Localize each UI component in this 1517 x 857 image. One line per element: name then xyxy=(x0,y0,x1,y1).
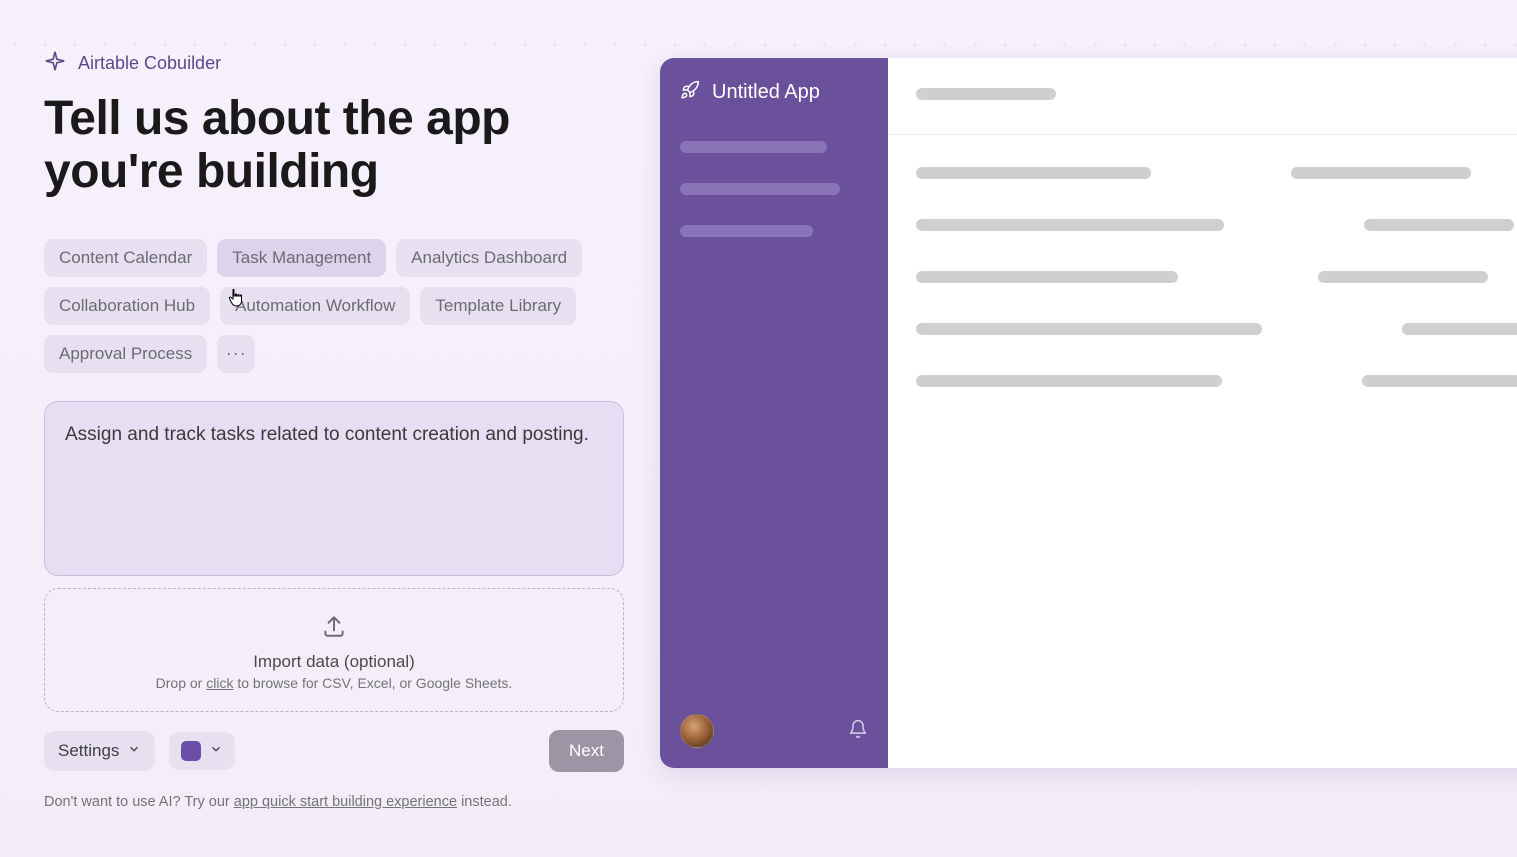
suggestion-chips: Content Calendar Task Management Analyti… xyxy=(44,239,624,373)
bell-icon[interactable] xyxy=(848,719,868,744)
chip-more-button[interactable]: ··· xyxy=(217,335,255,373)
decorative-dots xyxy=(0,30,1517,50)
chevron-down-icon xyxy=(209,742,223,759)
skeleton-line xyxy=(680,225,813,237)
rocket-icon xyxy=(680,80,700,105)
brand-row: Airtable Cobuilder xyxy=(44,50,624,77)
skeleton-line xyxy=(1318,271,1488,283)
chip-collaboration-hub[interactable]: Collaboration Hub xyxy=(44,287,210,325)
brand-label: Airtable Cobuilder xyxy=(78,53,221,74)
preview-app-title: Untitled App xyxy=(712,81,820,104)
next-button[interactable]: Next xyxy=(549,730,624,772)
import-title: Import data (optional) xyxy=(65,652,603,672)
color-picker-button[interactable] xyxy=(169,732,235,770)
left-panel: Airtable Cobuilder Tell us about the app… xyxy=(44,50,624,857)
quick-start-link[interactable]: app quick start building experience xyxy=(234,794,457,810)
skeleton-row xyxy=(916,167,1517,179)
preview-main xyxy=(888,58,1517,768)
settings-button[interactable]: Settings xyxy=(44,731,155,771)
skeleton-line xyxy=(916,219,1224,231)
chip-template-library[interactable]: Template Library xyxy=(420,287,576,325)
skeleton-line xyxy=(1402,323,1517,335)
skeleton-line xyxy=(680,183,840,195)
page-headline: Tell us about the app you're building xyxy=(44,93,624,199)
app-preview: Untitled App xyxy=(660,58,1517,768)
divider xyxy=(888,134,1517,135)
avatar[interactable] xyxy=(680,714,714,748)
skeleton-line xyxy=(1362,375,1517,387)
preview-sidebar: Untitled App xyxy=(660,58,888,768)
skeleton-row xyxy=(916,219,1517,231)
chip-approval-process[interactable]: Approval Process xyxy=(44,335,207,373)
chevron-down-icon xyxy=(127,741,141,761)
chip-content-calendar[interactable]: Content Calendar xyxy=(44,239,207,277)
app-description-input[interactable] xyxy=(44,401,624,576)
bottom-controls: Settings Next xyxy=(44,730,624,772)
skeleton-line xyxy=(916,167,1151,179)
alt-text: Don't want to use AI? Try our app quick … xyxy=(44,794,624,810)
chip-automation-workflow[interactable]: Automation Workflow xyxy=(220,287,410,325)
skeleton-line xyxy=(916,323,1262,335)
skeleton-line xyxy=(916,271,1178,283)
skeleton-line xyxy=(916,88,1056,100)
preview-sidebar-footer xyxy=(680,714,868,748)
skeleton-line xyxy=(1291,167,1471,179)
chip-analytics-dashboard[interactable]: Analytics Dashboard xyxy=(396,239,582,277)
skeleton-row xyxy=(916,323,1517,335)
skeleton-row xyxy=(916,375,1517,387)
skeleton-line xyxy=(1364,219,1514,231)
skeleton-line xyxy=(680,141,827,153)
preview-title-row: Untitled App xyxy=(680,80,868,105)
sparkle-icon xyxy=(44,50,66,77)
upload-icon xyxy=(321,634,347,651)
skeleton-row xyxy=(916,271,1517,283)
color-swatch xyxy=(181,741,201,761)
import-click-link[interactable]: click xyxy=(206,675,233,691)
import-subtitle: Drop or click to browse for CSV, Excel, … xyxy=(65,675,603,691)
skeleton-line xyxy=(916,375,1222,387)
import-dropzone[interactable]: Import data (optional) Drop or click to … xyxy=(44,588,624,712)
chip-task-management[interactable]: Task Management xyxy=(217,239,386,277)
